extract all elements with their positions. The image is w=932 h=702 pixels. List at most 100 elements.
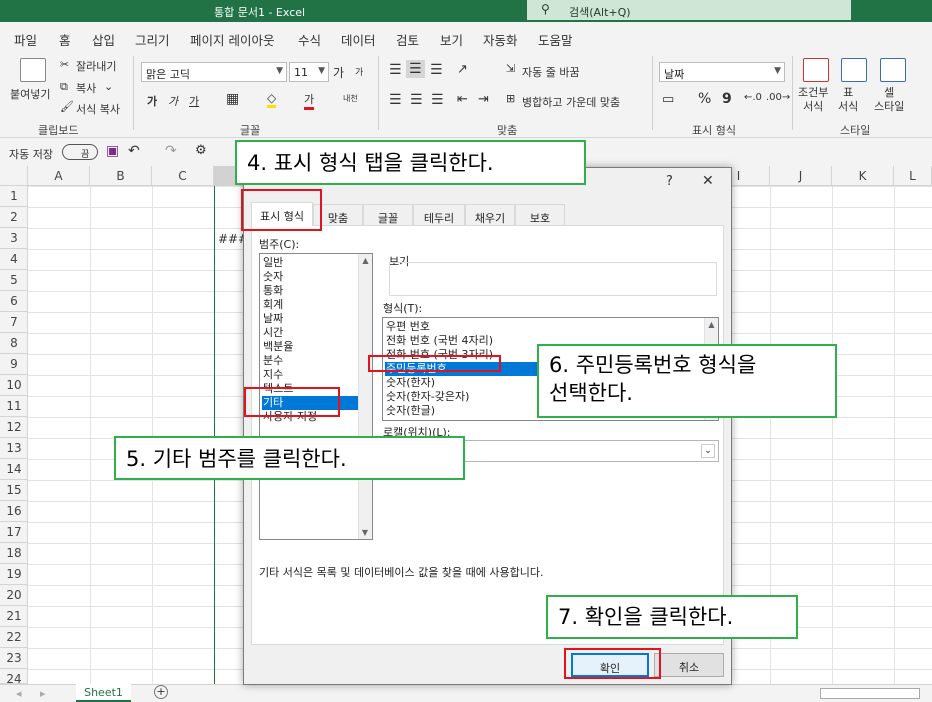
conditional-formatting-button[interactable]: 조건부 서식 xyxy=(798,86,828,114)
row-header[interactable]: 3 xyxy=(0,228,28,249)
tab-number-format[interactable]: 표시 형식 xyxy=(251,202,313,226)
search-box[interactable]: ⚲ 검색(Alt+Q) xyxy=(527,0,851,20)
cell-styles-button[interactable]: 셀 스타일 xyxy=(874,86,904,114)
align-left-icon[interactable]: ☰ xyxy=(389,92,402,108)
row-header[interactable]: 11 xyxy=(0,396,28,417)
row-header[interactable]: 24 xyxy=(0,669,28,686)
percent-button[interactable]: % xyxy=(698,91,711,107)
comma-button[interactable]: 9 xyxy=(722,91,732,107)
tab-font[interactable]: 글꼴 xyxy=(363,204,413,226)
column-header[interactable]: B xyxy=(90,166,152,186)
scroll-up-icon[interactable]: ▲ xyxy=(359,256,372,265)
row-header[interactable]: 1 xyxy=(0,186,28,207)
category-item[interactable]: 시간 xyxy=(262,326,358,340)
italic-button[interactable]: 가 xyxy=(168,93,178,109)
paste-icon[interactable] xyxy=(20,58,46,82)
phonetic-button[interactable]: 내천 xyxy=(343,93,358,104)
tab-fill[interactable]: 채우기 xyxy=(465,204,515,226)
scroll-up-icon[interactable]: ▲ xyxy=(705,320,718,329)
font-size-combo[interactable]: 11 ▼ xyxy=(289,62,329,82)
category-item[interactable]: 분수 xyxy=(262,354,358,368)
row-header[interactable]: 9 xyxy=(0,354,28,375)
row-header[interactable]: 22 xyxy=(0,627,28,648)
row-header[interactable]: 4 xyxy=(0,249,28,270)
category-item[interactable]: 통화 xyxy=(262,284,358,298)
sheet-scroll-left-icon[interactable]: ◂ xyxy=(16,687,22,700)
sheet-scroll-right-icon[interactable]: ▸ xyxy=(40,687,46,700)
tab-data[interactable]: 데이터 xyxy=(341,30,376,49)
tab-automate[interactable]: 자동화 xyxy=(483,30,518,49)
redo-icon[interactable]: ↷ xyxy=(165,143,177,159)
row-header[interactable]: 6 xyxy=(0,291,28,312)
increase-decimal-icon[interactable]: ←.0 xyxy=(744,92,762,103)
font-color-button[interactable]: 가 xyxy=(304,91,315,110)
merge-center-button[interactable]: 병합하고 가운데 맞춤 xyxy=(522,94,620,110)
align-middle-icon[interactable]: ☰ xyxy=(406,60,425,78)
save-icon[interactable]: ▣ xyxy=(106,143,119,159)
chevron-down-icon[interactable]: ⌄ xyxy=(701,444,715,458)
tab-border[interactable]: 테두리 xyxy=(413,204,465,226)
fill-color-icon[interactable]: ◇ xyxy=(267,91,277,108)
row-header[interactable]: 12 xyxy=(0,417,28,438)
align-center-icon[interactable]: ☰ xyxy=(410,92,423,108)
number-format-combo[interactable]: 날짜 ▼ xyxy=(659,62,785,82)
row-header[interactable]: 13 xyxy=(0,438,28,459)
merge-icon[interactable]: ⊞ xyxy=(506,92,515,105)
format-table-button[interactable]: 표 서식 xyxy=(838,86,858,114)
row-header[interactable]: 20 xyxy=(0,585,28,606)
border-icon[interactable]: ▦ xyxy=(226,91,239,107)
format-table-icon[interactable] xyxy=(841,58,867,82)
category-item[interactable]: 회계 xyxy=(262,298,358,312)
close-icon[interactable]: ✕ xyxy=(702,173,714,189)
align-right-icon[interactable]: ☰ xyxy=(431,92,444,108)
customize-icon[interactable]: ⚙ xyxy=(195,143,207,158)
cut-button[interactable]: 잘라내기 xyxy=(76,58,116,74)
currency-icon[interactable]: ▭ xyxy=(662,92,674,107)
wrap-text-button[interactable]: 자동 줄 바꿈 xyxy=(522,64,580,80)
category-scrollbar[interactable]: ▲ ▼ xyxy=(358,254,372,539)
cut-icon[interactable]: ✂ xyxy=(60,58,69,71)
row-header[interactable]: 18 xyxy=(0,543,28,564)
format-painter-button[interactable]: 서식 복사 xyxy=(76,101,120,117)
font-name-combo[interactable]: 맑은 고딕 ▼ xyxy=(141,62,287,82)
row-header[interactable]: 17 xyxy=(0,522,28,543)
copy-button[interactable]: 복사 xyxy=(76,80,96,96)
decrease-decimal-icon[interactable]: .00→ xyxy=(766,92,790,103)
tab-insert[interactable]: 삽입 xyxy=(92,30,115,49)
bold-button[interactable]: 가 xyxy=(147,93,157,109)
column-header[interactable]: J xyxy=(770,166,832,186)
row-header[interactable]: 19 xyxy=(0,564,28,585)
cancel-button[interactable]: 취소 xyxy=(654,653,724,677)
row-header[interactable]: 10 xyxy=(0,375,28,396)
copy-dropdown[interactable]: ⌄ xyxy=(104,80,113,93)
tab-help[interactable]: 도움말 xyxy=(538,30,573,49)
cell-styles-icon[interactable] xyxy=(880,58,906,82)
row-header[interactable]: 16 xyxy=(0,501,28,522)
shrink-font-button[interactable]: 가 xyxy=(355,65,363,78)
category-item[interactable]: 지수 xyxy=(262,368,358,382)
category-item[interactable]: 일반 xyxy=(262,256,358,270)
row-header[interactable]: 8 xyxy=(0,333,28,354)
scroll-down-icon[interactable]: ▼ xyxy=(359,528,371,537)
row-header[interactable]: 23 xyxy=(0,648,28,669)
grow-font-button[interactable]: 가 xyxy=(333,64,344,81)
row-header[interactable]: 5 xyxy=(0,270,28,291)
tab-review[interactable]: 검토 xyxy=(396,30,419,49)
tab-protection[interactable]: 보호 xyxy=(515,204,565,226)
orientation-icon[interactable]: ↗ xyxy=(457,62,468,77)
type-item[interactable]: 우편 번호 xyxy=(385,320,704,334)
tab-file[interactable]: 파일 xyxy=(14,30,37,49)
align-top-icon[interactable]: ☰ xyxy=(389,62,402,78)
category-item[interactable]: 백분율 xyxy=(262,340,358,354)
row-header[interactable]: 14 xyxy=(0,459,28,480)
add-sheet-button[interactable]: + xyxy=(154,685,168,699)
row-header[interactable]: 15 xyxy=(0,480,28,501)
row-header[interactable]: 7 xyxy=(0,312,28,333)
help-button[interactable]: ? xyxy=(666,174,673,189)
format-painter-icon[interactable]: 🖌 xyxy=(60,100,74,113)
tab-draw[interactable]: 그리기 xyxy=(135,30,170,49)
tab-formulas[interactable]: 수식 xyxy=(298,30,321,49)
column-header[interactable]: C xyxy=(152,166,214,186)
autosave-toggle[interactable]: 끔 xyxy=(62,144,98,160)
increase-indent-icon[interactable]: ⇥ xyxy=(478,92,489,107)
